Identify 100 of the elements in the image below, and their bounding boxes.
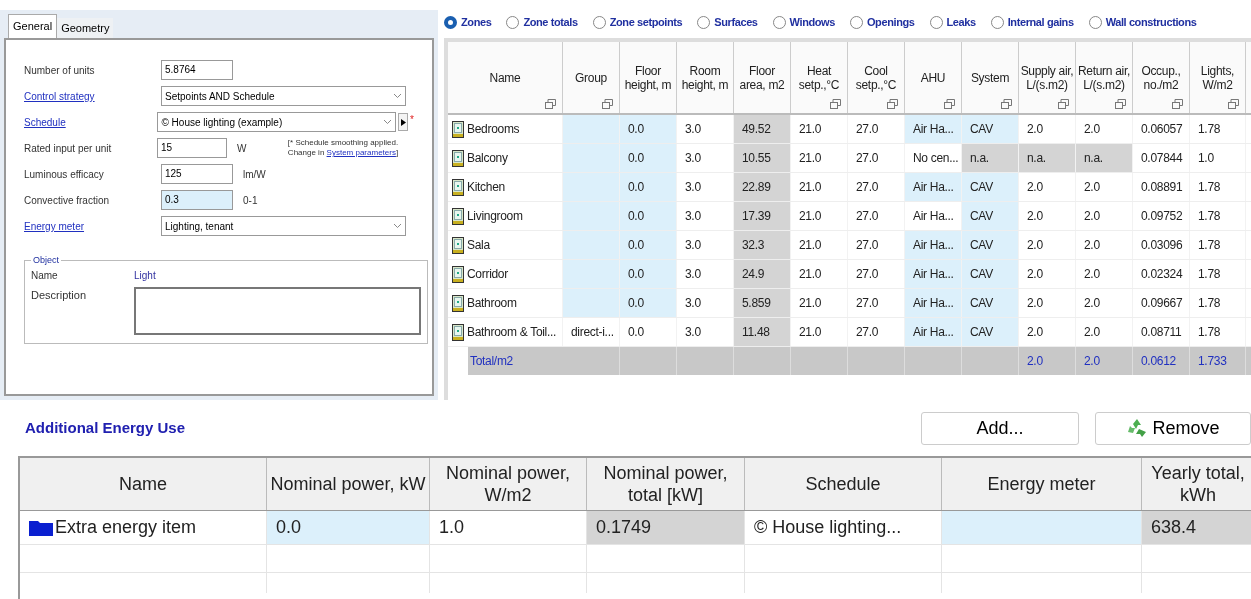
filter-icon[interactable] [1001,99,1012,109]
total-cell [1246,347,1251,375]
tab[interactable]: General [8,14,58,38]
table-cell: n.a. [962,144,1019,172]
filter-icon[interactable] [944,99,955,109]
total-cell [791,347,848,375]
table-cell: CAV [962,289,1019,317]
column-header[interactable]: Group [563,42,620,113]
column-header[interactable]: Floor area, m2 [734,42,791,113]
text-input[interactable]: 5.8764 [161,60,233,80]
total-cell [734,347,791,375]
view-radio[interactable]: Leaks [929,13,976,31]
table-cell: 0.0 [620,115,677,143]
view-radio[interactable]: Internal gains [990,13,1074,31]
remove-button[interactable]: Remove [1095,411,1251,445]
tab[interactable]: Geometry [57,18,114,38]
filter-icon[interactable] [545,99,556,109]
column-header[interactable]: Nominal power, W/m2 [430,458,587,510]
field-label-link[interactable]: Schedule [24,114,158,130]
zone-icon [452,323,464,341]
column-header[interactable]: AHU [905,42,962,113]
play-button[interactable] [398,113,409,131]
filter-icon[interactable] [1115,99,1126,109]
table-cell: CAV [962,318,1019,346]
table-cell: 49.52 [734,115,791,143]
column-header[interactable]: Nominal power, kW [267,458,430,510]
add-button[interactable]: Add... [921,411,1079,445]
table-cell: Air Ha... [905,260,962,288]
chevron-down-icon [393,93,402,99]
filter-icon[interactable] [830,99,841,109]
column-header[interactable]: Heat setp.,°C [791,42,848,113]
required-marker: * [410,113,414,127]
view-radio[interactable]: Wall constructions [1088,13,1197,31]
column-header[interactable]: Lights, W/m2 [1190,42,1246,113]
unit-label: 0-1 [243,193,259,208]
dropdown[interactable]: Setpoints AND Schedule [161,86,406,106]
table-cell: 32.3 [734,231,791,259]
filter-icon[interactable] [1172,99,1183,109]
column-header[interactable]: Supply air, L/(s.m2) [1019,42,1076,113]
column-header[interactable]: Energy meter [942,458,1142,510]
total-cell: 0.0612 [1133,347,1190,375]
column-header[interactable]: Return air, L/(s.m2) [1076,42,1133,113]
zone-icon [452,265,464,283]
column-header[interactable]: Nominal power, total [kW] [587,458,745,510]
table-cell: 17.39 [734,202,791,230]
filter-icon[interactable] [1058,99,1069,109]
view-radio[interactable]: Surfaces [697,13,758,31]
column-header[interactable]: Yearly total, kWh [1142,458,1251,510]
description-field[interactable] [134,286,421,335]
filter-icon[interactable] [1228,99,1239,109]
table-cell: CAV [962,202,1019,230]
column-header[interactable]: System [962,42,1019,113]
table-cell: 0.0 [620,144,677,172]
total-cell: 1.733 [1190,347,1246,375]
table-cell: Air Ha... [905,115,962,143]
total-cell: 2.0 [1019,347,1076,375]
total-cell: 2.0 [1076,347,1133,375]
column-header[interactable]: Room height, m [677,42,734,113]
table-cell: n.a. [1019,144,1076,172]
zone-icon [452,178,464,196]
column-header[interactable]: Cool setp.,°C [848,42,905,113]
table-cell: 0.0 [620,260,677,288]
view-radio[interactable]: Openings [849,13,915,31]
column-header[interactable]: Floor height, m [620,42,677,113]
system-parameters-link[interactable]: System parameters [326,148,396,157]
chevron-down-icon [383,119,393,125]
view-radio[interactable]: Windows [772,13,835,31]
table-cell: 5.859 [734,289,791,317]
field-label-link[interactable]: Control strategy [24,88,161,104]
field-label: Name [31,268,59,283]
text-input[interactable]: 15 [156,138,228,158]
filter-icon[interactable] [887,99,898,109]
column-header[interactable]: Occup., no./m2 [1133,42,1190,113]
group-title: Object [32,254,60,267]
text-input[interactable]: 0.3 [161,190,233,210]
table-cell: Air Ha... [905,173,962,201]
table-cell: CAV [962,231,1019,259]
table-cell: 0.1749 [587,511,745,544]
column-header[interactable]: Schedule [745,458,942,510]
field-label: Convective fraction [24,193,111,208]
table-cell: CAV [962,115,1019,143]
field-label: Number of units [24,63,96,78]
unit-label: lm/W [243,167,267,182]
table-cell: 638.4 [1142,511,1251,544]
field-label-link[interactable]: Energy meter [24,218,161,234]
view-radio[interactable]: Zones [444,13,492,31]
dropdown[interactable]: © House lighting (example) [157,112,397,132]
column-header[interactable]: Name [20,458,267,510]
table-cell: 22.89 [734,173,791,201]
text-input[interactable]: 125 [161,164,233,184]
dropdown[interactable]: Lighting, tenant [161,216,406,236]
column-header[interactable]: Name [448,42,563,113]
view-radio[interactable]: Zone setpoints [592,13,683,31]
filter-icon[interactable] [602,99,613,109]
total-cell [677,347,734,375]
table-cell: 0.0 [267,511,430,544]
table-cell: Air Ha... [905,318,962,346]
zone-icon [452,120,464,138]
view-radio[interactable]: Zone totals [506,13,578,31]
unit-label: W [237,141,248,156]
